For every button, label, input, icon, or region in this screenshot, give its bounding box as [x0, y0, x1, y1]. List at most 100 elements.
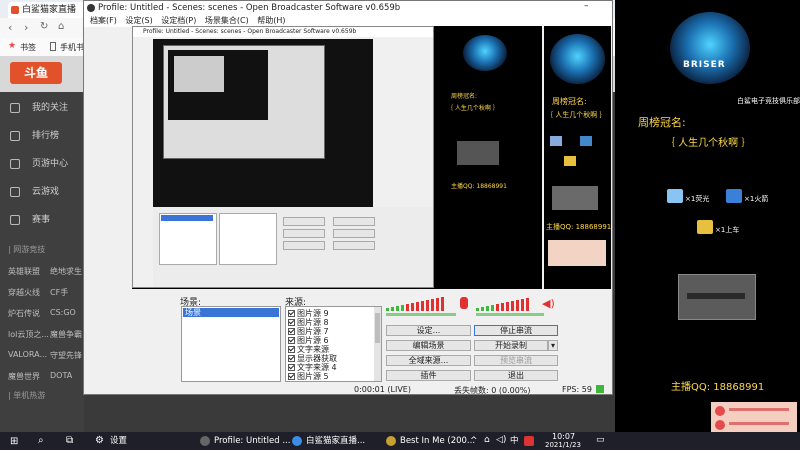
checkbox-icon[interactable]	[288, 373, 295, 380]
source-item[interactable]: 图片源 5	[288, 372, 329, 381]
clock-time[interactable]: 10:07	[552, 432, 575, 441]
category-link[interactable]: 守望先锋	[50, 350, 82, 361]
meter-bar	[496, 304, 499, 311]
forward-icon[interactable]: ›	[24, 21, 28, 34]
category-link[interactable]: CS:GO	[50, 308, 76, 317]
bookmarks-label[interactable]: 书签	[20, 42, 36, 53]
nested-source-list	[219, 213, 277, 265]
checkbox-icon[interactable]	[288, 355, 295, 362]
nested-scene-list	[159, 213, 217, 265]
speaker-icon[interactable]: ◀)	[542, 297, 555, 310]
category-link[interactable]: 穿越火线	[8, 287, 40, 298]
sidebar-item-follow[interactable]: 我的关注	[0, 98, 84, 118]
category-link[interactable]: DOTA	[50, 371, 72, 380]
sidebar-item-events[interactable]: 赛事	[0, 210, 84, 230]
car-gift-icon	[697, 220, 713, 234]
scene-item-selected[interactable]: 场景	[183, 308, 279, 317]
exit-button[interactable]: 退出	[474, 370, 558, 381]
preview-weekly-name: ｛ 人生几个秋啊 ｝	[546, 111, 607, 119]
clock-date[interactable]: 2021/1/23	[545, 441, 581, 450]
mic-volume-slider[interactable]	[386, 313, 456, 316]
source-list[interactable]: 图片源 9 图片源 8 图片源 7 图片源 6 文字来源 显示器获取 文字来源 …	[285, 306, 382, 382]
refresh-icon[interactable]: ↻	[40, 21, 48, 32]
checkbox-icon[interactable]	[288, 319, 295, 326]
sidebar-item-rank[interactable]: 排行榜	[0, 126, 84, 146]
browser-tab[interactable]: 白鲨猫家直播	[8, 2, 92, 18]
source-item[interactable]: 图片源 8	[288, 318, 329, 327]
gun-shape	[687, 293, 745, 299]
desktop-volume-slider[interactable]	[476, 313, 544, 316]
checkbox-icon[interactable]	[288, 328, 295, 335]
taskbar-settings-label[interactable]: 设置	[110, 432, 127, 450]
category-link[interactable]: lol云顶之...	[8, 329, 49, 340]
nested-shark-logo-icon	[463, 35, 507, 71]
task-view-icon[interactable]: ⧉	[66, 435, 73, 446]
bookmark-star-icon: ★	[8, 41, 17, 51]
menu-file[interactable]: 档案(F)	[90, 15, 117, 27]
cloud-icon	[10, 187, 20, 197]
status-indicator-icon	[596, 385, 604, 393]
preview-gift-icon	[580, 136, 592, 146]
source-item[interactable]: 文字来源 4	[288, 363, 337, 372]
start-record-button[interactable]: 开始录制	[474, 340, 548, 351]
checkbox-icon[interactable]	[288, 364, 295, 371]
sidebar-item-webgame[interactable]: 页游中心	[0, 154, 84, 174]
checkbox-icon[interactable]	[288, 337, 295, 344]
search-icon[interactable]: ⌕	[38, 435, 44, 446]
nested-button	[283, 229, 325, 238]
input-language[interactable]: 中	[510, 432, 519, 450]
heart-icon	[10, 103, 20, 113]
meter-bar	[491, 305, 494, 311]
home-icon[interactable]: ⌂	[58, 21, 64, 32]
nested-stream-overlay: 周榜冠名: ｛ 人生几个秋啊 ｝ 主播QQ: 18868991	[437, 31, 537, 281]
checkbox-icon[interactable]	[288, 346, 295, 353]
tray-app-icon[interactable]	[524, 436, 534, 446]
back-icon[interactable]: ‹	[8, 21, 12, 34]
category-link[interactable]: 英雄联盟	[8, 266, 40, 277]
minimize-icon[interactable]: –	[584, 0, 589, 13]
plugins-button[interactable]: 插件	[386, 370, 471, 381]
network-icon[interactable]: ⌂	[484, 435, 490, 445]
douyu-logo[interactable]: 斗鱼	[10, 62, 62, 84]
sidebar-item-cloudgame[interactable]: 云游戏	[0, 182, 84, 202]
stop-stream-button[interactable]: 停止串流	[474, 325, 558, 336]
global-sources-button[interactable]: 全域来源...	[386, 355, 471, 366]
source-item[interactable]: 图片源 6	[288, 336, 329, 345]
nested-gun-image	[457, 141, 499, 165]
record-dropdown-button[interactable]: ▾	[548, 340, 558, 351]
category-link[interactable]: CF手	[50, 287, 68, 298]
player-taskbar-icon	[386, 436, 396, 446]
category-link[interactable]: 魔兽世界	[8, 371, 40, 382]
volume-icon[interactable]: ◁)	[496, 435, 506, 445]
scrollbar-thumb[interactable]	[375, 313, 380, 343]
source-item[interactable]: 显示器获取	[288, 354, 337, 363]
scene-list[interactable]: 场景	[181, 306, 281, 382]
taskbar-player-item[interactable]: Best In Me (200...	[400, 432, 475, 450]
source-item[interactable]: 图片源 9	[288, 309, 329, 318]
category-link[interactable]: 绝地求生	[50, 266, 82, 277]
section-label: | 单机热游	[8, 391, 46, 400]
settings-button[interactable]: 设定...	[386, 325, 471, 336]
taskbar-browser-item[interactable]: 白鲨猫家直播...	[306, 432, 365, 450]
category-link[interactable]: VALORA...	[8, 350, 47, 359]
source-item[interactable]: 图片源 7	[288, 327, 329, 336]
obs-preview[interactable]: Profile: Untitled - Scenes: scenes - Ope…	[132, 26, 542, 289]
source-scrollbar[interactable]	[374, 307, 381, 381]
taskbar-obs-item[interactable]: Profile: Untitled ...	[214, 432, 290, 450]
donor-avatar-icon	[715, 406, 725, 416]
checkbox-icon[interactable]	[288, 310, 295, 317]
category-link[interactable]: 炉石传说	[8, 308, 40, 319]
preview-stream-button[interactable]: 预览串流	[474, 355, 558, 366]
nested-button	[333, 217, 375, 226]
source-item[interactable]: 文字来源	[288, 345, 329, 354]
mic-icon[interactable]	[460, 297, 468, 309]
edit-scene-button[interactable]: 编辑场景	[386, 340, 471, 351]
meter-bar	[526, 298, 529, 311]
category-link[interactable]: 魔兽争霸	[50, 329, 82, 340]
windows-start-icon[interactable]: ⊞	[10, 436, 18, 447]
meter-bar	[506, 302, 509, 311]
settings-gear-icon[interactable]: ⚙	[95, 435, 104, 446]
chevron-up-icon[interactable]: ^	[470, 436, 478, 446]
notification-icon[interactable]: ▭	[596, 435, 605, 445]
logo-text: BRISER	[683, 60, 726, 70]
